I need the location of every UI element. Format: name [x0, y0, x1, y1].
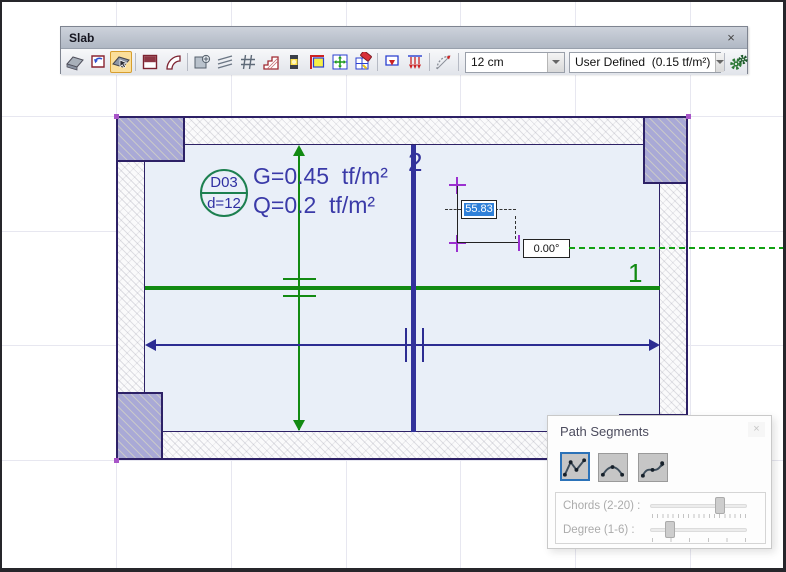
- horizontal-dimension-line: [147, 344, 658, 346]
- live-load-text: Q=0.2 tf/m²: [253, 193, 375, 218]
- path-segments-panel: Path Segments × Chords (2-20) : Degree (…: [547, 415, 772, 549]
- segment-end-tick: [518, 235, 520, 251]
- length-value: 55.83: [464, 203, 494, 216]
- close-icon[interactable]: ×: [723, 30, 739, 45]
- slab-toolbar-window: Slab × 12 cm: [60, 26, 748, 74]
- slab-arc-icon[interactable]: [162, 51, 184, 73]
- slab-3d-icon[interactable]: [64, 51, 86, 73]
- axis-label-2: 2: [408, 149, 422, 175]
- slab-thickness-combo[interactable]: 12 cm: [465, 52, 565, 73]
- slab-section-icon[interactable]: [139, 51, 161, 73]
- panel-title: Path Segments: [560, 424, 649, 439]
- region-drop-icon[interactable]: [381, 51, 403, 73]
- dimension-break-mark: [283, 295, 316, 297]
- leader-dash: [495, 209, 516, 210]
- chords-slider-thumb[interactable]: [715, 497, 725, 514]
- axis-label-1: 1: [628, 260, 642, 286]
- dimension-break-mark: [283, 278, 316, 280]
- toolbar-separator: [135, 53, 136, 71]
- slab-pick-icon[interactable]: [110, 51, 132, 73]
- spline-segments-button[interactable]: [638, 453, 668, 482]
- corner-handle[interactable]: [114, 114, 119, 119]
- toolbar-separator: [458, 53, 459, 71]
- toolbar-separator: [724, 53, 725, 71]
- mesh-grid-icon[interactable]: [329, 51, 351, 73]
- toolbar-separator: [429, 53, 430, 71]
- mesh-eraser-icon[interactable]: [352, 51, 374, 73]
- slab-name: D03: [202, 174, 246, 191]
- sketch-segment-horizontal: [457, 242, 519, 243]
- dimension-break-mark: [422, 328, 424, 362]
- settings-gears-icon[interactable]: [728, 51, 750, 73]
- surface-loads-icon[interactable]: [404, 51, 426, 73]
- toolbar-title-bar[interactable]: Slab ×: [61, 27, 747, 49]
- slab-thickness: d=12: [202, 195, 246, 212]
- slab-steps-icon[interactable]: [260, 51, 282, 73]
- slab-thickness-value: 12 cm: [466, 53, 547, 72]
- polyline-segments-button[interactable]: [560, 452, 590, 481]
- sketch-segment-vertical: [457, 186, 458, 243]
- column-strip-icon[interactable]: [283, 51, 305, 73]
- chords-slider-track[interactable]: [650, 504, 747, 508]
- axis-line-1[interactable]: [145, 286, 660, 290]
- axis-line-2[interactable]: [411, 145, 416, 432]
- chevron-down-icon[interactable]: [547, 53, 564, 72]
- construction-guide-line: [569, 247, 785, 249]
- slab-opening-icon[interactable]: [191, 51, 213, 73]
- chords-slider-ticks: [652, 514, 746, 518]
- dimension-arrow-down: [293, 420, 305, 431]
- column-top-right[interactable]: [643, 116, 688, 184]
- slab-tag-bubble[interactable]: D03 d=12: [200, 169, 248, 217]
- dimension-arrow-left: [145, 339, 156, 351]
- toolbar-separator: [187, 53, 188, 71]
- chords-label: Chords (2-20) :: [563, 500, 640, 512]
- dead-load-text: G=0.45 tf/m²: [253, 164, 388, 189]
- leader-dash: [445, 209, 461, 210]
- dimension-arrow-right: [649, 339, 660, 351]
- load-type-value: User Defined (0.15 tf/m²): [570, 53, 715, 72]
- dimension-break-mark: [405, 328, 407, 362]
- toolbar: 12 cm User Defined (0.15 tf/m²): [61, 49, 747, 75]
- corner-panel-icon[interactable]: [306, 51, 328, 73]
- corner-handle[interactable]: [686, 114, 691, 119]
- tag-divider: [202, 192, 246, 194]
- leader-dash: [515, 216, 516, 239]
- length-input[interactable]: 55.83: [461, 200, 497, 219]
- degree-label: Degree (1-6) :: [563, 524, 635, 536]
- corner-handle[interactable]: [114, 458, 119, 463]
- load-type-combo[interactable]: User Defined (0.15 tf/m²): [569, 52, 721, 73]
- column-bottom-left[interactable]: [116, 392, 163, 460]
- arc-segments-button[interactable]: [598, 453, 628, 482]
- degree-slider-ticks: [652, 538, 746, 542]
- degree-slider-thumb[interactable]: [665, 521, 675, 538]
- toolbar-separator: [377, 53, 378, 71]
- angle-readout: 0.00°: [523, 239, 570, 258]
- slope-lines-icon[interactable]: [214, 51, 236, 73]
- hash-grid-icon[interactable]: [237, 51, 259, 73]
- close-icon[interactable]: ×: [748, 422, 765, 437]
- angle-measure-icon[interactable]: [433, 51, 455, 73]
- dimension-arrow-up: [293, 145, 305, 156]
- column-top-left[interactable]: [116, 116, 185, 162]
- window-title: Slab: [69, 31, 723, 45]
- slab-outline-arrow-icon[interactable]: [87, 51, 109, 73]
- cad-canvas[interactable]: 1 2 D03 d=12 G=0.45 tf/m² Q=0.2 tf/m² 55…: [0, 0, 786, 572]
